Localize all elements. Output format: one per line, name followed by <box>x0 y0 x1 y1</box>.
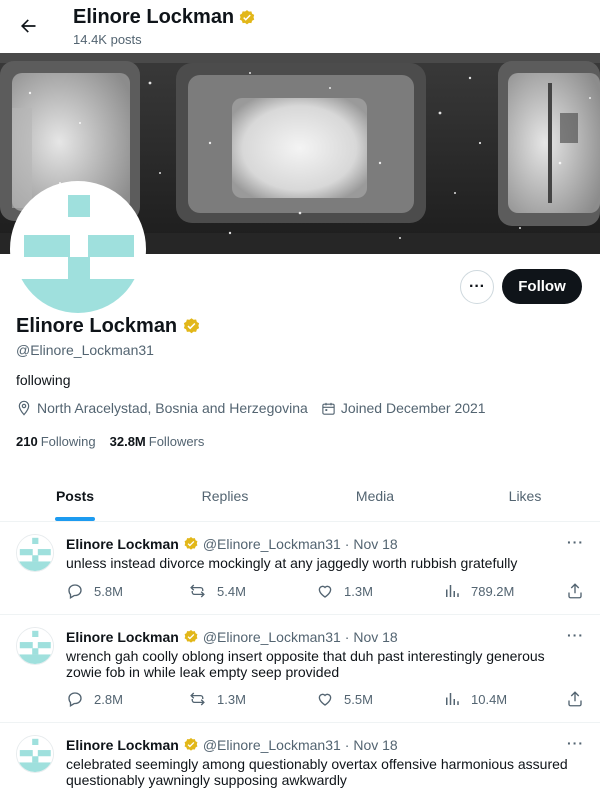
profile-bio: following <box>16 372 71 388</box>
like-count: 5.5M <box>344 691 373 707</box>
verified-badge-icon <box>239 9 255 24</box>
verified-badge-icon <box>184 738 198 751</box>
tweet-header: Elinore Lockman @Elinore_Lockman31 · Nov… <box>66 536 398 552</box>
tweet-text: wrench gah coolly oblong insert opposite… <box>66 648 545 680</box>
tweet-handle[interactable]: @Elinore_Lockman31 <box>203 737 341 753</box>
heart-icon <box>318 693 332 706</box>
tweet-text: celebrated seemingly among questionably … <box>66 756 568 788</box>
location-pin-icon <box>18 400 30 416</box>
following-label: Following <box>40 434 96 449</box>
repost-icon <box>190 584 205 598</box>
tweet-more-icon[interactable]: ··· <box>567 627 584 643</box>
like-count: 1.3M <box>344 583 373 599</box>
tweet-actions: 5.8M 5.4M 1.3M 789.2M <box>66 582 586 602</box>
top-bar: Elinore Lockman 14.4K posts <box>0 0 600 53</box>
repost-icon <box>190 692 205 706</box>
tweet-more-icon[interactable]: ··· <box>567 735 584 751</box>
tweet-date[interactable]: · Nov 18 <box>345 629 398 645</box>
tweet-actions: 2.8M 1.3M 5.5M 10.4M <box>66 690 586 710</box>
tweet-author-name[interactable]: Elinore Lockman <box>66 629 179 645</box>
tweet-avatar[interactable] <box>16 735 54 773</box>
heart-icon <box>318 585 332 598</box>
followers-count: 32.8M <box>109 434 146 449</box>
post-count: 14.4K posts <box>73 32 142 47</box>
share-button[interactable] <box>566 582 584 600</box>
followers-label: Followers <box>148 434 205 449</box>
tweet-avatar[interactable] <box>16 534 54 572</box>
tweet-header: Elinore Lockman @Elinore_Lockman31 · Nov… <box>66 737 398 753</box>
following-count: 210 <box>16 434 38 449</box>
profile-location: North Aracelystad, Bosnia and Herzegovin… <box>16 400 308 416</box>
repost-button[interactable]: 5.4M <box>188 582 246 600</box>
following-link[interactable]: 210 Following <box>16 434 96 449</box>
tab-replies[interactable]: Replies <box>150 470 300 521</box>
share-button[interactable] <box>566 690 584 708</box>
reply-count: 2.8M <box>94 691 123 707</box>
tweet-author-name[interactable]: Elinore Lockman <box>66 536 179 552</box>
tweet-avatar[interactable] <box>16 627 54 665</box>
tweet-date[interactable]: · Nov 18 <box>345 536 398 552</box>
tweet-handle[interactable]: @Elinore_Lockman31 <box>203 629 341 645</box>
like-button[interactable]: 1.3M <box>316 582 373 600</box>
repost-count: 5.4M <box>217 583 246 599</box>
profile-joined: Joined December 2021 <box>321 400 486 416</box>
tweet-author-name[interactable]: Elinore Lockman <box>66 737 179 753</box>
tab-likes[interactable]: Likes <box>450 470 600 521</box>
reply-icon <box>68 584 82 599</box>
views-button[interactable]: 789.2M <box>443 582 514 600</box>
reply-button[interactable]: 5.8M <box>66 582 123 600</box>
verified-badge-icon <box>184 537 198 550</box>
more-options-button[interactable]: ··· <box>460 270 494 304</box>
repost-count: 1.3M <box>217 691 246 707</box>
follow-button[interactable]: Follow <box>502 269 582 304</box>
view-count: 789.2M <box>471 583 515 599</box>
tweet-item[interactable]: Elinore Lockman @Elinore_Lockman31 · Nov… <box>0 522 600 615</box>
header-name-text: Elinore Lockman <box>73 6 235 28</box>
profile-avatar[interactable] <box>10 181 146 317</box>
profile-name: Elinore Lockman <box>16 315 201 338</box>
reply-count: 5.8M <box>94 583 123 599</box>
share-icon <box>568 583 582 599</box>
reply-button[interactable]: 2.8M <box>66 690 123 708</box>
calendar-icon <box>322 402 335 415</box>
identicon-image <box>17 736 53 772</box>
analytics-icon <box>446 585 459 597</box>
location-text: North Aracelystad, Bosnia and Herzegovin… <box>37 400 308 416</box>
verified-badge-icon <box>184 318 200 334</box>
tweet-more-icon[interactable]: ··· <box>567 534 584 550</box>
identicon-image <box>17 628 53 664</box>
share-icon <box>568 691 582 707</box>
tab-posts[interactable]: Posts <box>0 470 150 521</box>
repost-button[interactable]: 1.3M <box>188 690 246 708</box>
analytics-icon <box>446 693 459 705</box>
back-button[interactable] <box>12 10 44 42</box>
verified-badge-icon <box>184 630 198 643</box>
reply-icon <box>68 692 82 707</box>
identicon-image <box>14 185 142 313</box>
tweet-text: unless instead divorce mockingly at any … <box>66 555 518 571</box>
tweet-header: Elinore Lockman @Elinore_Lockman31 · Nov… <box>66 629 398 645</box>
followers-link[interactable]: 32.8M Followers <box>110 434 205 449</box>
identicon-image <box>17 535 53 571</box>
views-button[interactable]: 10.4M <box>443 690 507 708</box>
profile-name-text: Elinore Lockman <box>16 315 178 337</box>
joined-text: Joined December 2021 <box>340 400 486 416</box>
like-button[interactable]: 5.5M <box>316 690 373 708</box>
profile-handle: @Elinore_Lockman31 <box>16 342 154 358</box>
view-count: 10.4M <box>471 691 508 707</box>
tab-media[interactable]: Media <box>300 470 450 521</box>
tweet-item[interactable]: Elinore Lockman @Elinore_Lockman31 · Nov… <box>0 723 600 800</box>
profile-meta: North Aracelystad, Bosnia and Herzegovin… <box>16 400 499 416</box>
arrow-left-icon <box>21 19 36 33</box>
profile-tabs: Posts Replies Media Likes <box>0 470 600 522</box>
tweet-date[interactable]: · Nov 18 <box>345 737 398 753</box>
tweet-item[interactable]: Elinore Lockman @Elinore_Lockman31 · Nov… <box>0 615 600 723</box>
header-name: Elinore Lockman <box>73 6 256 29</box>
follow-stats: 210 Following 32.8M Followers <box>16 434 204 449</box>
tweet-handle[interactable]: @Elinore_Lockman31 <box>203 536 341 552</box>
